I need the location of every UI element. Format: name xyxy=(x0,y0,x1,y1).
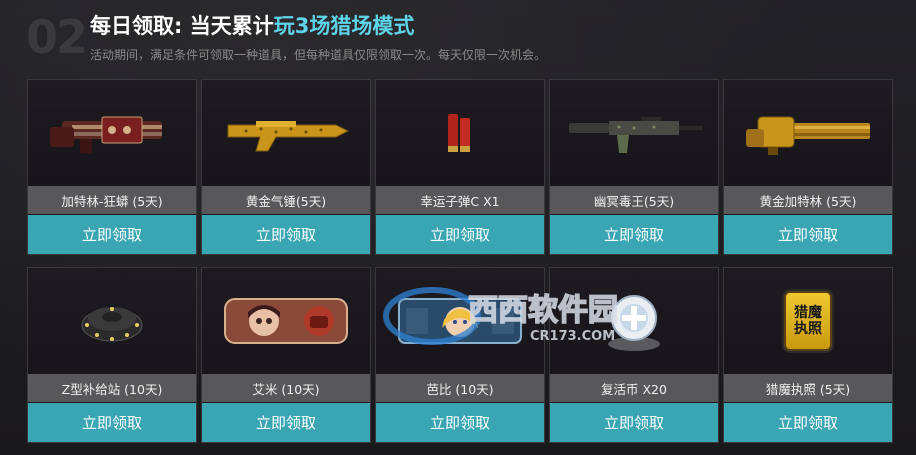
supply-station-icon xyxy=(28,268,196,374)
claim-button[interactable]: 立即领取 xyxy=(724,403,892,442)
reward-name: Z型补给站 (10天) xyxy=(28,374,196,402)
reward-name: 复活币 X20 xyxy=(550,374,718,402)
claim-button[interactable]: 立即领取 xyxy=(550,215,718,254)
license-badge-text: 猎魔 执照 xyxy=(794,304,822,337)
section-header: 02 每日领取: 当天累计玩3场猎场模式 活动期间，满足条件可领取一种道具，但每… xyxy=(0,0,916,75)
section-title: 每日领取: 当天累计玩3场猎场模式 xyxy=(90,14,414,39)
golden-rifle-icon xyxy=(202,80,370,186)
reward-card: 黄金气锤(5天) 立即领取 xyxy=(201,79,371,255)
bullet-icon xyxy=(376,80,544,186)
reward-name: 艾米 (10天) xyxy=(202,374,370,402)
reward-card: 芭比 (10天) 立即领取 xyxy=(375,267,545,443)
reward-name: 加特林-狂蟒 (5天) xyxy=(28,186,196,214)
title-highlight: 玩3场猎场模式 xyxy=(273,14,415,38)
claim-button[interactable]: 立即领取 xyxy=(550,403,718,442)
section-subtitle: 活动期间，满足条件可领取一种道具，但每种道具仅限领取一次。每天仅限一次机会。 xyxy=(90,48,547,62)
reward-name: 黄金气锤(5天) xyxy=(202,186,370,214)
reward-card: 加特林-狂蟒 (5天) 立即领取 xyxy=(27,79,197,255)
claim-button[interactable]: 立即领取 xyxy=(28,403,196,442)
claim-button[interactable]: 立即领取 xyxy=(376,403,544,442)
reward-name: 幽冥毒王(5天) xyxy=(550,186,718,214)
claim-button[interactable]: 立即领取 xyxy=(202,215,370,254)
reward-card: 幸运子弹C X1 立即领取 xyxy=(375,79,545,255)
character-amy-icon xyxy=(202,268,370,374)
reward-name: 黄金加特林 (5天) xyxy=(724,186,892,214)
reward-card: 复活币 X20 立即领取 xyxy=(549,267,719,443)
step-number: 02 xyxy=(26,10,88,64)
assault-rifle-icon xyxy=(550,80,718,186)
reward-name: 幸运子弹C X1 xyxy=(376,186,544,214)
golden-gatling-icon xyxy=(724,80,892,186)
reward-card: 黄金加特林 (5天) 立即领取 xyxy=(723,79,893,255)
reward-name: 芭比 (10天) xyxy=(376,374,544,402)
reward-card: 幽冥毒王(5天) 立即领取 xyxy=(549,79,719,255)
title-prefix: 每日领取: 当天累计 xyxy=(90,14,274,38)
claim-button[interactable]: 立即领取 xyxy=(28,215,196,254)
claim-button[interactable]: 立即领取 xyxy=(202,403,370,442)
claim-button[interactable]: 立即领取 xyxy=(376,215,544,254)
character-barbie-icon xyxy=(376,268,544,374)
reward-card: 猎魔 执照 猎魔执照 (5天) 立即领取 xyxy=(723,267,893,443)
claim-button[interactable]: 立即领取 xyxy=(724,215,892,254)
reward-card: 艾米 (10天) 立即领取 xyxy=(201,267,371,443)
hunter-license-icon: 猎魔 执照 xyxy=(724,268,892,374)
reward-card: Z型补给站 (10天) 立即领取 xyxy=(27,267,197,443)
revive-coin-icon xyxy=(550,268,718,374)
reward-name: 猎魔执照 (5天) xyxy=(724,374,892,402)
gatling-gun-icon xyxy=(28,80,196,186)
